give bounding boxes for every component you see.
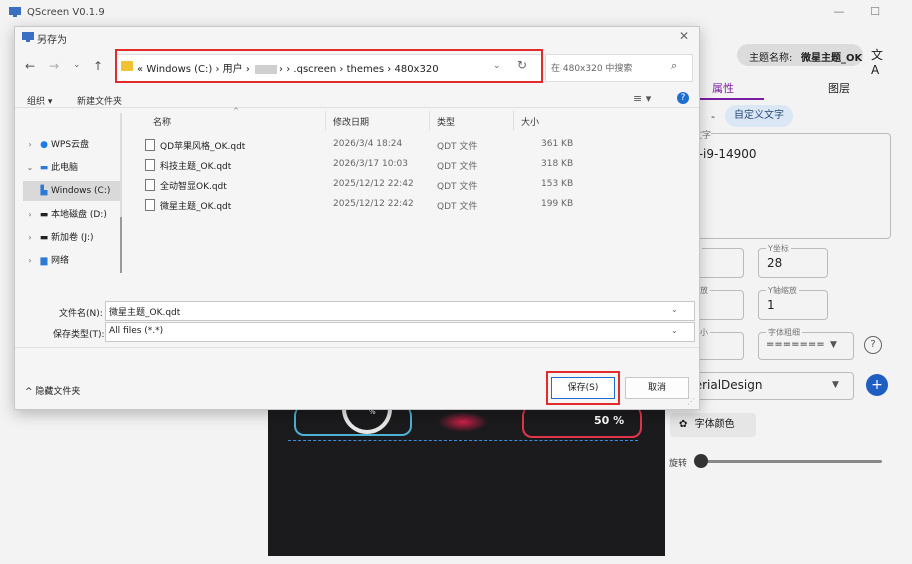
hide-folders-toggle[interactable]: ^ 隐藏文件夹 (25, 384, 80, 397)
network-icon: ▆ (40, 256, 48, 266)
preview-logo (438, 412, 488, 432)
computer-icon: ▬ (39, 163, 49, 173)
app-titlebar (0, 0, 912, 26)
search-icon[interactable]: ⌕ (671, 59, 677, 73)
divider (15, 107, 699, 108)
up-arrow-icon[interactable]: ↑ (93, 59, 103, 73)
drive-icon: ▙ (40, 186, 48, 196)
minimize-icon[interactable]: — (826, 5, 852, 21)
forward-arrow-icon[interactable]: → (49, 59, 59, 73)
chevron-down-icon: ▼ (830, 340, 837, 350)
sort-arrow-icon: ^ (233, 107, 239, 115)
column-separator (513, 111, 514, 131)
column-header-type[interactable]: 类型 (437, 115, 455, 128)
font-color-button[interactable]: ✿ 字体颜色 (670, 413, 756, 437)
selection-outline (288, 440, 638, 441)
chevron-up-icon: ^ (25, 387, 33, 397)
column-separator (325, 111, 326, 131)
drive-icon: ▬ (39, 210, 49, 220)
column-header-size[interactable]: 大小 (521, 115, 539, 128)
file-row[interactable]: QD苹果风格_OK.qdt 2026/3/4 18:24 QDT 文件 361 … (143, 134, 583, 154)
filename-label: 文件名(N): (59, 309, 103, 319)
nav-item-wps[interactable]: › ● WPS云盘 (23, 135, 121, 155)
rotate-slider-handle[interactable] (694, 454, 708, 468)
column-header-name[interactable]: 名称 (153, 115, 171, 128)
rotate-slider-track[interactable] (702, 460, 882, 463)
organize-button[interactable]: 组织 ▾ (27, 94, 52, 107)
search-placeholder: 在 480x320 中搜索 (551, 64, 633, 74)
file-icon (145, 199, 155, 211)
chevron-down-icon: ▼ (832, 380, 839, 390)
chevron-down-icon[interactable]: ⌄ (671, 326, 678, 335)
nav-item-windows-c[interactable]: ▙ Windows (C:) (23, 181, 121, 201)
file-icon (145, 179, 155, 191)
nav-item-this-pc[interactable]: ⌄ ▬ 此电脑 (23, 158, 121, 178)
cancel-button[interactable]: 取消 (625, 377, 689, 399)
drive-icon: ▬ (39, 233, 49, 243)
file-row[interactable]: 科技主题_OK.qdt 2026/3/17 10:03 QDT 文件 318 K… (143, 154, 583, 174)
app-logo-icon (9, 7, 21, 17)
tab-active-indicator (692, 98, 764, 100)
theme-name-pill: 主题名称: 微星主题_OK (737, 44, 863, 66)
app-title: QScreen V0.1.9 (27, 7, 105, 18)
chevron-down-icon[interactable]: ⌄ (73, 60, 81, 70)
filetype-label: 保存类型(T): (53, 330, 105, 340)
filetype-select[interactable] (105, 322, 695, 342)
chevron-down-icon[interactable]: ⌄ (671, 305, 678, 314)
dialog-title: 另存为 (37, 35, 67, 46)
tab-properties[interactable]: 属性 (712, 80, 734, 96)
save-highlight-box (546, 371, 620, 405)
view-options-icon[interactable]: ≡ ▾ (633, 92, 651, 105)
nav-item-local-d[interactable]: › ▬ 本地磁盘 (D:) (23, 205, 121, 225)
preview-percent: 50 % (594, 414, 625, 427)
translate-icon[interactable]: 文A (871, 46, 891, 77)
palette-icon: ✿ (679, 419, 688, 430)
nav-item-new-j[interactable]: › ▬ 新加卷 (J:) (23, 228, 121, 248)
file-row[interactable]: 微星主题_OK.qdt 2025/12/12 22:42 QDT 文件 199 … (143, 194, 583, 214)
filename-input[interactable] (105, 301, 695, 321)
tab-layers[interactable]: 图层 (828, 80, 850, 96)
nav-item-network[interactable]: › ▆ 网络 (23, 251, 121, 271)
help-icon[interactable]: ? (677, 92, 689, 104)
maximize-icon[interactable]: ☐ (862, 5, 888, 21)
address-highlight-box (115, 49, 543, 83)
dialog-app-icon (22, 32, 34, 42)
theme-name: 微星主题_OK (801, 53, 863, 64)
divider (15, 347, 699, 348)
back-arrow-icon[interactable]: ← (25, 59, 35, 73)
file-icon (145, 159, 155, 171)
help-icon[interactable]: ? (864, 336, 882, 354)
save-as-dialog: 另存为 ✕ ← → ⌄ ↑ « Windows (C:) › 用户 › › › … (14, 26, 700, 410)
rotate-label: 旋转 (669, 459, 688, 469)
add-font-button[interactable]: + (866, 374, 888, 396)
close-icon[interactable]: ✕ (679, 29, 689, 43)
filename-value[interactable]: 微星主题_OK.qdt (109, 305, 180, 318)
file-icon (145, 139, 155, 151)
new-folder-button[interactable]: 新建文件夹 (77, 94, 122, 107)
chip-remove[interactable]: - (711, 110, 715, 123)
nav-scrollbar-thumb[interactable] (120, 217, 122, 273)
column-separator (429, 111, 430, 131)
column-header-modified[interactable]: 修改日期 (333, 115, 369, 128)
resize-grip-icon[interactable]: ⋰ (687, 397, 695, 406)
theme-preview-canvas[interactable]: % 50 % (268, 404, 665, 556)
chip-custom-text[interactable]: 自定义文字 (725, 105, 793, 127)
file-row[interactable]: 全动智显OK.qdt 2025/12/12 22:42 QDT 文件 153 K… (143, 174, 583, 194)
cloud-icon: ● (40, 140, 48, 150)
filetype-value: All files (*.*) (109, 326, 164, 336)
